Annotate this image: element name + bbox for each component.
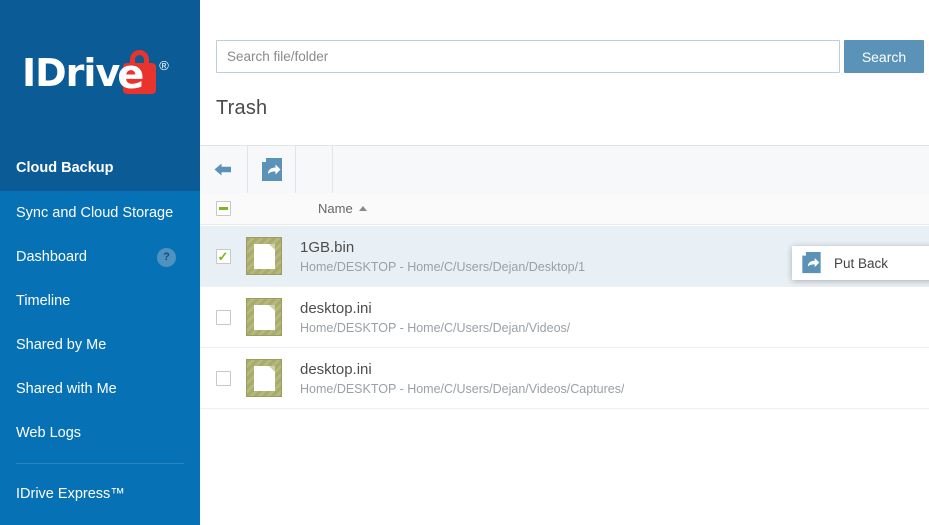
indeterminate-dash-icon (218, 207, 228, 210)
sidebar: IDriv e ® Cloud Backup Sync and Cloud St… (0, 0, 200, 525)
sidebar-item-shared-with-me[interactable]: Shared with Me (0, 367, 200, 411)
file-name: 1GB.bin (300, 238, 355, 256)
sidebar-item-timeline[interactable]: Timeline (0, 279, 200, 323)
row-checkbox[interactable]: ✓ (215, 248, 231, 264)
file-path: Home/DESKTOP - Home/C/Users/Dejan/Videos… (300, 381, 625, 396)
sidebar-item-label: Sync and Cloud Storage (16, 205, 174, 221)
file-page-shape (254, 366, 275, 391)
registered-trademark-icon: ® (159, 57, 169, 73)
sidebar-item-label: Timeline (16, 293, 71, 309)
row-checkbox[interactable] (215, 370, 231, 386)
checkmark-icon: ✓ (217, 248, 229, 264)
file-icon (246, 237, 282, 275)
search-bar: Search (200, 0, 929, 73)
row-checkbox-cell (200, 309, 246, 325)
table-row[interactable]: desktop.ini Home/DESKTOP - Home/C/Users/… (200, 348, 929, 409)
logo-text: IDriv (22, 50, 120, 95)
main-content: Search Trash (200, 0, 929, 525)
put-back-button[interactable] (248, 146, 296, 193)
menu-item-icon (801, 252, 822, 274)
help-icon[interactable]: ? (157, 247, 176, 267)
row-checkbox-cell (200, 370, 246, 386)
row-text: desktop.ini Home/DESKTOP - Home/C/Users/… (300, 300, 570, 335)
row-text: desktop.ini Home/DESKTOP - Home/C/Users/… (300, 361, 624, 396)
brand-logo[interactable]: IDriv e ® (0, 0, 200, 145)
select-all-cell (200, 201, 246, 216)
row-text: 1GB.bin Home/DESKTOP - Home/C/Users/Deja… (300, 239, 585, 274)
file-icon (246, 298, 282, 336)
idrive-web-app: IDriv e ® Cloud Backup Sync and Cloud St… (0, 0, 929, 525)
sidebar-item-idrive-express[interactable]: IDrive Express™ (0, 472, 200, 516)
file-path: Home/DESKTOP - Home/C/Users/Dejan/Videos… (300, 320, 571, 335)
file-page-shape (254, 244, 275, 269)
column-header-name[interactable]: Name (318, 201, 367, 216)
file-page-shape (254, 305, 275, 330)
file-icon (246, 359, 282, 397)
logo-letter-e: e (117, 51, 145, 98)
sidebar-item-dashboard[interactable]: Dashboard ? (0, 235, 200, 279)
sidebar-item-sync-and-cloud-storage[interactable]: Sync and Cloud Storage (0, 191, 200, 235)
sidebar-item-label: IDrive Express™ (16, 486, 125, 502)
put-back-icon (802, 252, 821, 274)
menu-item-put-back[interactable]: Put Back (834, 256, 888, 271)
list-header: Name (200, 193, 929, 225)
page-title: Trash (216, 97, 268, 119)
lock-icon: e (117, 49, 157, 98)
sidebar-item-label: Dashboard (16, 249, 87, 265)
context-menu: Put Back (792, 246, 929, 280)
sidebar-divider (16, 463, 184, 464)
row-checkbox[interactable] (215, 309, 231, 325)
file-name: desktop.ini (300, 360, 372, 378)
sidebar-item-label: Shared by Me (16, 337, 107, 353)
file-path: Home/DESKTOP - Home/C/Users/Dejan/Deskto… (300, 259, 586, 274)
row-checkbox-cell: ✓ (200, 248, 246, 264)
action-toolbar (200, 145, 929, 194)
select-all-checkbox[interactable] (215, 201, 231, 216)
file-name: desktop.ini (300, 299, 372, 317)
search-input[interactable] (216, 40, 840, 73)
idrive-logo: IDriv e ® (22, 49, 169, 98)
column-header-label: Name (318, 201, 353, 216)
back-button[interactable] (200, 146, 248, 193)
sort-ascending-icon (358, 206, 367, 211)
sidebar-item-label: Shared with Me (16, 381, 117, 397)
sidebar-item-cloud-backup[interactable]: Cloud Backup (0, 145, 200, 191)
sidebar-item-label: Cloud Backup (16, 160, 114, 176)
put-back-icon (261, 157, 282, 181)
search-button[interactable]: Search (844, 40, 924, 73)
back-arrow-icon (214, 163, 231, 175)
sidebar-item-shared-by-me[interactable]: Shared by Me (0, 323, 200, 367)
toolbar-spacer (296, 146, 333, 193)
table-row[interactable]: desktop.ini Home/DESKTOP - Home/C/Users/… (200, 287, 929, 348)
sidebar-item-label: Web Logs (16, 425, 82, 441)
sidebar-item-web-logs[interactable]: Web Logs (0, 411, 200, 455)
